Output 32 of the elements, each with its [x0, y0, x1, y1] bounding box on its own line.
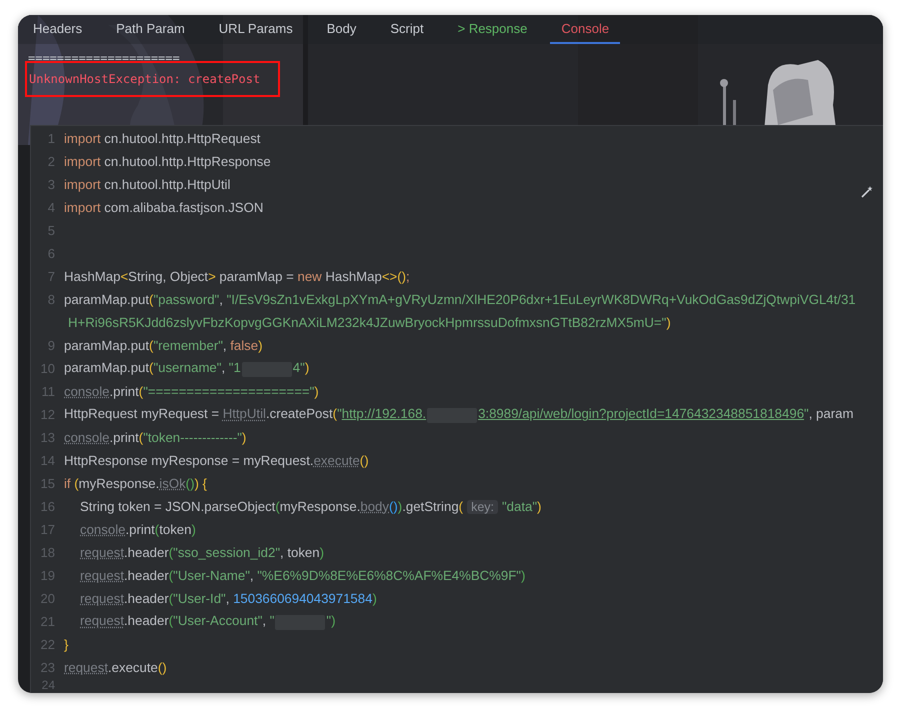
code-line: if (myResponse.isOk()) { — [64, 476, 207, 491]
code-line: console.print(token) — [79, 522, 196, 537]
tab[interactable]: URL Params — [208, 15, 304, 44]
code-line: H+Ri96sR5KJdd6zslyvFbzKopvgGGKnAXiLM232k4JZuwBryockHpmrssuDofmxsnGTtB82rzMX5mU=") — [67, 315, 671, 330]
tab[interactable]: Headers — [22, 15, 94, 44]
code-line: request.header("User-Id", 1503660694043971584) — [79, 591, 377, 606]
tab[interactable]: Body — [316, 15, 368, 44]
error-message: UnknownHostException: createPost — [29, 72, 260, 86]
code-line: paramMap.put("username", "1 4") — [64, 360, 310, 376]
code-line: import cn.hutool.http.HttpResponse — [64, 154, 271, 169]
code-line: request.header("User-Name", "%E6%9D%8E%E6%8C%AF%E4%BC%9F") — [79, 568, 526, 583]
code-line: request.header("sso_session_id2", token) — [79, 545, 324, 560]
code-line: console.print("token-------------") — [64, 430, 246, 445]
code-line: request.header("User-Account", " ") — [79, 613, 336, 630]
code-line: } — [64, 637, 68, 652]
code-line: import com.alibaba.fastjson.JSON — [64, 200, 264, 215]
tab[interactable]: Script — [379, 15, 435, 44]
code-line: HashMap<String, Object> paramMap = new HashMap<>(); — [64, 269, 410, 284]
code-line: paramMap.put("password", "I/EsV9sZn1vExkgLpXYmA+gVRyUzmn/XlHE20P6dxr+1EuLeyrWK8DWRq+VukOdGas9dZjQtwpiVGL4t/31 — [64, 292, 856, 307]
code-line: HttpResponse myResponse = myRequest.execute() — [64, 453, 369, 468]
code-line: import cn.hutool.http.HttpRequest — [64, 131, 260, 146]
console-output: ===================== — [28, 52, 181, 61]
code-line: HttpRequest myRequest = HttpUtil.createPost("http://192.168. 3:8989/api/web/login?projectId=1476432348851818496", param — [64, 406, 854, 422]
tab[interactable]: Path Param — [105, 15, 196, 44]
tab[interactable]: Console — [550, 15, 620, 44]
tab[interactable]: > Response — [446, 15, 538, 44]
code-line: paramMap.put("remember", false) — [64, 338, 262, 353]
magic-wand-icon[interactable] — [859, 184, 875, 200]
code-line: request.execute() — [64, 660, 167, 675]
code-line: import cn.hutool.http.HttpUtil — [64, 177, 230, 192]
code-line: console.print("=====================") — [64, 384, 319, 399]
code-line: String token = JSON.parseObject(myResponse.body()).getString( key: "data") — [79, 499, 542, 514]
